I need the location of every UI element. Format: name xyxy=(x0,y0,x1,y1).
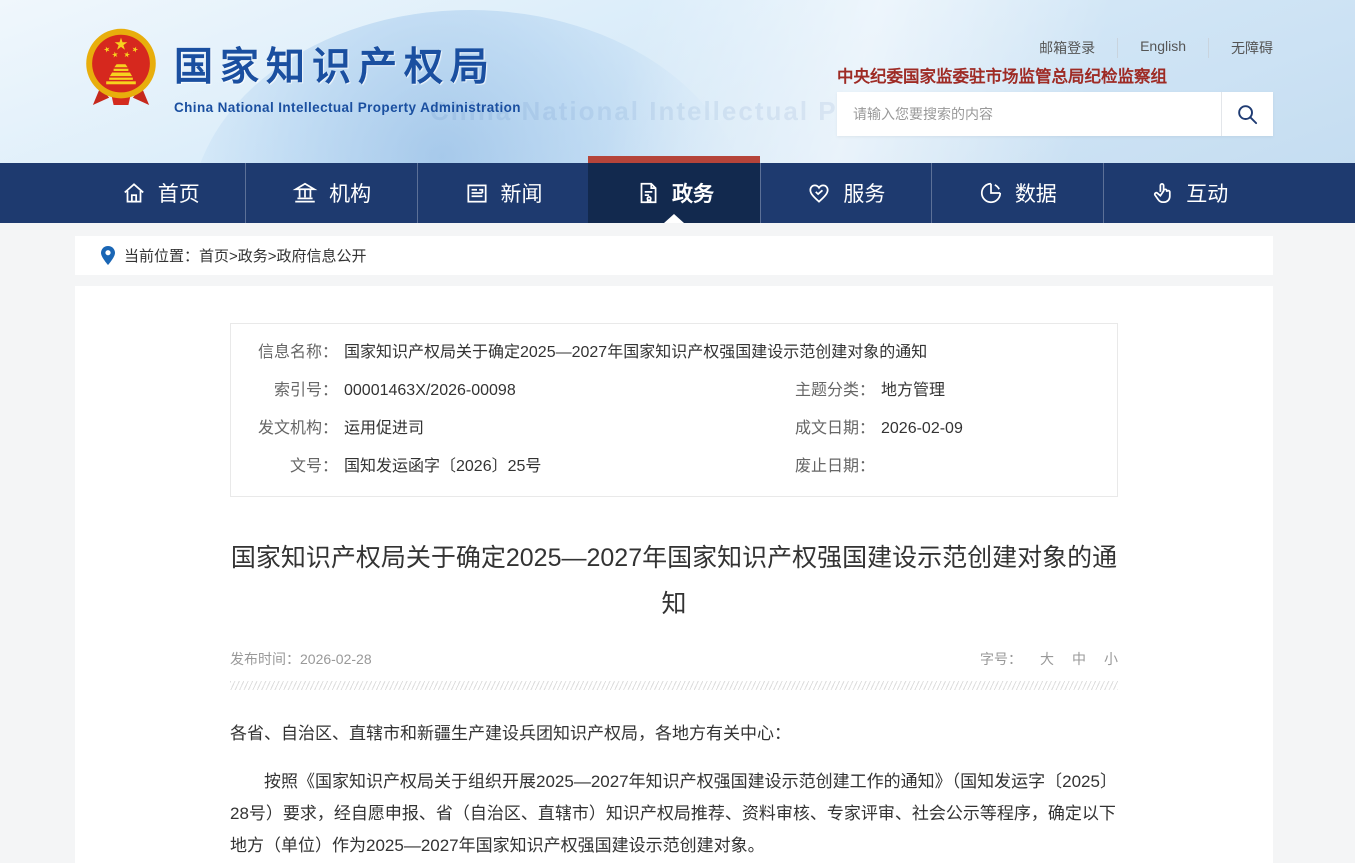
topic-category-label: 主题分类： xyxy=(768,378,875,404)
issuing-agency-label: 发文机构： xyxy=(231,416,338,442)
document-meta-table: 信息名称： 国家知识产权局关于确定2025—2027年国家知识产权强国建设示范创… xyxy=(230,323,1118,497)
main-navigation: 首页 机构 新闻 政务 服务 xyxy=(0,163,1355,223)
nav-inner: 首页 机构 新闻 政务 服务 xyxy=(75,163,1274,223)
publish-time: 发布时间：2026-02-28 xyxy=(230,649,372,669)
content-area: 信息名称： 国家知识产权局关于确定2025—2027年国家知识产权强国建设示范创… xyxy=(75,286,1273,863)
article-body: 各省、自治区、直辖市和新疆生产建设兵团知识产权局，各地方有关中心： 按照《国家知… xyxy=(230,718,1118,862)
nav-label: 新闻 xyxy=(501,178,543,208)
english-link[interactable]: English xyxy=(1117,38,1208,58)
info-name-label: 信息名称： xyxy=(231,340,338,366)
meta-row-docno-repeal: 文号： 国知发运函字〔2026〕25号 废止日期： xyxy=(231,454,1107,480)
article-meta-bar: 发布时间：2026-02-28 字号： 大 中 小 xyxy=(230,649,1118,669)
breadcrumb: 当前位置： 首页>政务>政府信息公开 xyxy=(75,236,1273,275)
repeal-date-label: 废止日期： xyxy=(768,454,875,480)
nav-item-service[interactable]: 服务 xyxy=(760,163,931,223)
nav-label: 互动 xyxy=(1186,178,1228,208)
breadcrumb-prefix: 当前位置： xyxy=(124,245,199,266)
index-number-label: 索引号： xyxy=(231,378,338,404)
interaction-icon xyxy=(1149,180,1175,206)
search-bar xyxy=(837,92,1273,136)
nav-label: 首页 xyxy=(158,178,200,208)
breadcrumb-path[interactable]: 首页>政务>政府信息公开 xyxy=(199,245,367,266)
publish-time-label: 发布时间： xyxy=(230,651,300,667)
discipline-inspection-link[interactable]: 中央纪委国家监委驻市场监管总局纪检监察组 xyxy=(837,63,1167,87)
nav-label: 服务 xyxy=(843,178,885,208)
meta-row-index-topic: 索引号： 00001463X/2026-00098 主题分类： 地方管理 xyxy=(231,378,1107,404)
hatched-divider xyxy=(230,681,1118,690)
nav-item-interaction[interactable]: 互动 xyxy=(1103,163,1274,223)
font-size-medium-button[interactable]: 中 xyxy=(1072,649,1086,669)
search-button[interactable] xyxy=(1221,92,1273,136)
document-number-value: 国知发运函字〔2026〕25号 xyxy=(344,454,768,480)
nav-item-government-affairs[interactable]: 政务 xyxy=(588,163,759,223)
font-size-label: 字号： xyxy=(980,649,1022,669)
nav-item-home[interactable]: 首页 xyxy=(75,163,245,223)
nav-item-institution[interactable]: 机构 xyxy=(245,163,416,223)
document-number-label: 文号： xyxy=(231,454,338,480)
search-input[interactable] xyxy=(837,92,1221,136)
site-name-english: China National Intellectual Property Adm… xyxy=(174,100,521,115)
nav-item-data[interactable]: 数据 xyxy=(931,163,1102,223)
government-affairs-icon xyxy=(635,180,661,206)
service-icon xyxy=(806,180,832,206)
issue-date-label: 成文日期： xyxy=(768,416,875,442)
site-title-block: 国家知识产权局 China National Intellectual Prop… xyxy=(174,26,521,115)
font-size-control: 字号： 大 中 小 xyxy=(980,649,1118,669)
info-name-value: 国家知识产权局关于确定2025—2027年国家知识产权强国建设示范创建对象的通知 xyxy=(344,340,927,366)
data-icon xyxy=(978,180,1004,206)
issuing-agency-value: 运用促进司 xyxy=(344,416,768,442)
meta-row-agency-date: 发文机构： 运用促进司 成文日期： 2026-02-09 xyxy=(231,416,1107,442)
site-name: 国家知识产权局 xyxy=(174,36,521,92)
search-icon xyxy=(1236,103,1259,126)
index-number-value: 00001463X/2026-00098 xyxy=(344,378,768,404)
topic-category-value: 地方管理 xyxy=(881,378,945,404)
article-paragraph: 按照《国家知识产权局关于组织开展2025—2027年知识产权强国建设示范创建工作… xyxy=(230,766,1118,862)
institution-icon xyxy=(292,180,318,206)
nav-item-news[interactable]: 新闻 xyxy=(417,163,588,223)
accessibility-link[interactable]: 无障碍 xyxy=(1208,38,1273,58)
utility-links: 邮箱登录 English 无障碍 xyxy=(1017,38,1273,58)
mail-login-link[interactable]: 邮箱登录 xyxy=(1017,38,1117,58)
meta-row-info-name: 信息名称： 国家知识产权局关于确定2025—2027年国家知识产权强国建设示范创… xyxy=(231,340,1107,366)
nav-label: 机构 xyxy=(329,178,371,208)
home-icon xyxy=(121,180,147,206)
location-pin-icon xyxy=(101,246,115,265)
publish-time-value: 2026-02-28 xyxy=(300,651,372,667)
article-paragraph: 各省、自治区、直辖市和新疆生产建设兵团知识产权局，各地方有关中心： xyxy=(230,718,1118,750)
nav-label: 政务 xyxy=(672,178,714,208)
issue-date-value: 2026-02-09 xyxy=(881,416,963,442)
national-emblem-icon xyxy=(84,26,158,110)
site-header: China National Intellectual Property Adm… xyxy=(0,0,1355,163)
site-logo[interactable]: 国家知识产权局 China National Intellectual Prop… xyxy=(84,26,521,115)
article-title: 国家知识产权局关于确定2025—2027年国家知识产权强国建设示范创建对象的通知 xyxy=(230,535,1118,627)
font-size-large-button[interactable]: 大 xyxy=(1040,649,1054,669)
font-size-small-button[interactable]: 小 xyxy=(1104,649,1118,669)
news-icon xyxy=(464,180,490,206)
nav-label: 数据 xyxy=(1015,178,1057,208)
